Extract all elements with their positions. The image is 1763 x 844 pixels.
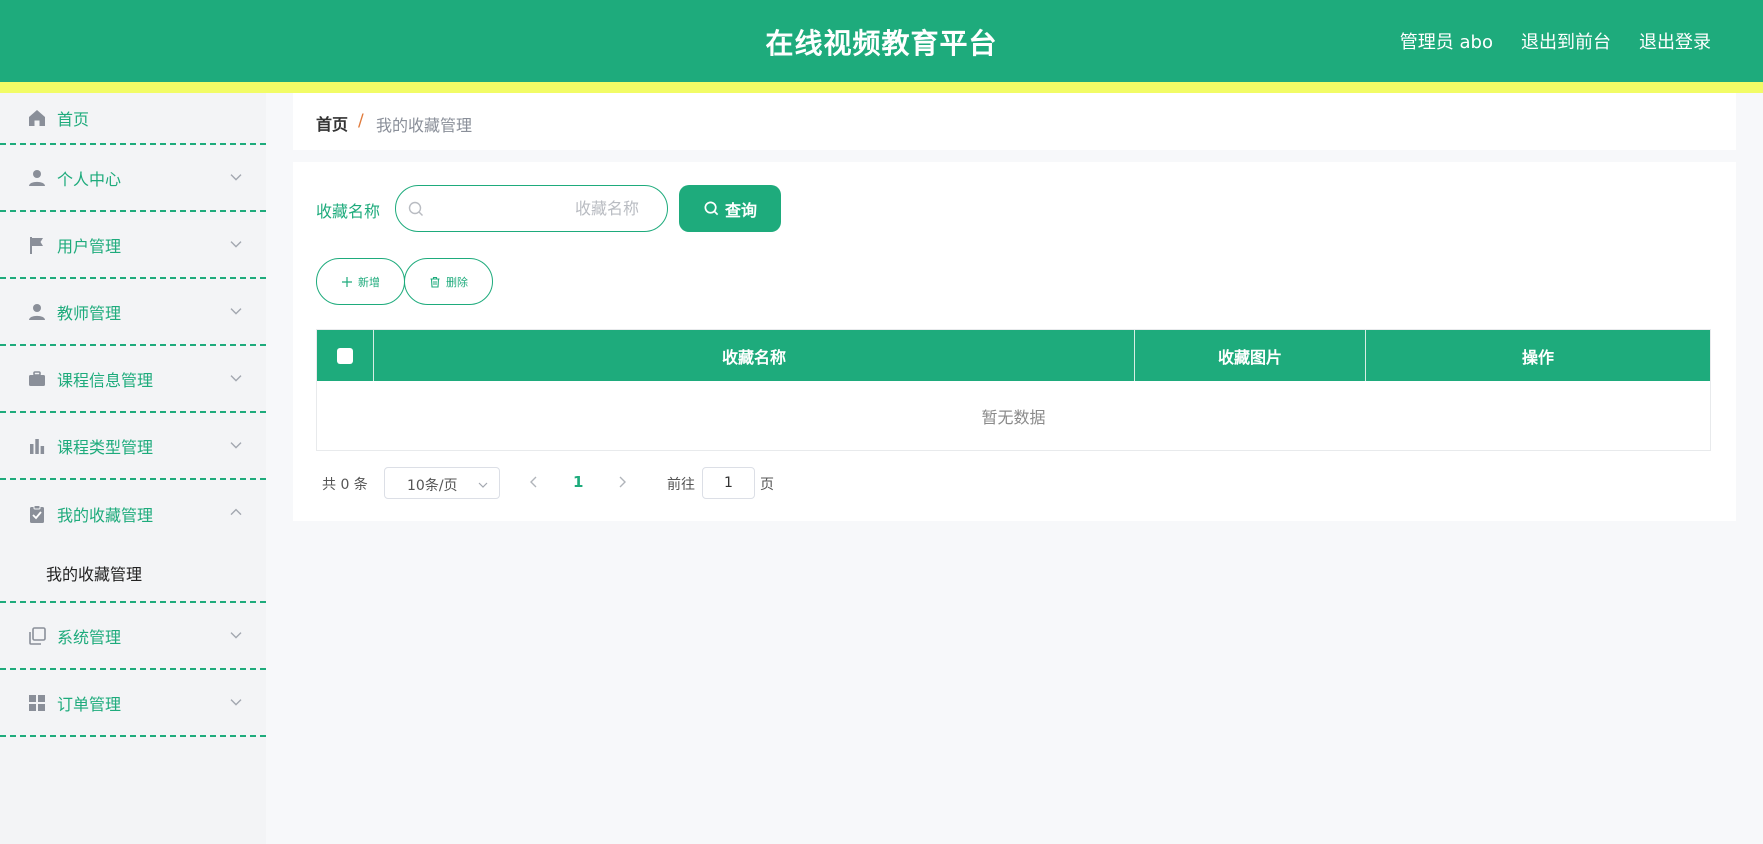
sidebar-item-label: 首页 (57, 110, 90, 129)
next-page-icon[interactable] (615, 475, 629, 489)
query-button[interactable]: 查询 (679, 185, 781, 232)
column-header-favorite-name[interactable]: 收藏名称 (374, 330, 1135, 381)
user-icon (29, 169, 45, 186)
search-icon (704, 201, 719, 216)
sidebar-item-user-management[interactable]: 用户管理 (0, 212, 266, 279)
search-field[interactable] (395, 185, 668, 232)
breadcrumb-separator: / (358, 111, 364, 131)
header-accent-stripe (0, 82, 1763, 93)
column-header-actions: 操作 (1521, 347, 1554, 367)
delete-button-label: 删除 (446, 275, 468, 289)
sidebar-item-personal-center[interactable]: 个人中心 (0, 145, 266, 212)
sidebar-item-label: 个人中心 (57, 169, 122, 189)
exit-to-frontend-link[interactable]: 退出到前台 (1521, 28, 1611, 54)
sidebar-item-label: 课程信息管理 (57, 370, 154, 390)
chevron-down-icon (230, 631, 242, 639)
sidebar-submenu: 我的收藏管理 (0, 547, 266, 603)
chevron-up-icon (230, 508, 242, 515)
chevron-down-icon (478, 482, 488, 488)
sidebar: 首页 个人中心 用户管理 教师管理 课程信息管理 课程类型管理 我的收藏管理 我… (0, 93, 266, 844)
goto-page-input[interactable] (702, 467, 755, 499)
chevron-down-icon (230, 374, 242, 382)
grid-icon (29, 694, 45, 711)
top-header: 在线视频教育平台 管理员 abo 退出到前台 退出登录 (0, 0, 1763, 82)
table-header: 收藏名称 收藏图片 操作 (317, 330, 1710, 381)
bar-chart-icon (30, 438, 45, 454)
search-icon (408, 201, 423, 216)
page-size-value: 10条/页 (407, 478, 458, 494)
breadcrumb-home-link[interactable]: 首页 (316, 111, 348, 135)
main-content-panel: 收藏名称 查询 新增 删除 收藏名称 收藏图片 操作 暂无数据 共 0 条 10… (293, 162, 1736, 521)
page-size-select[interactable]: 10条/页 (384, 467, 500, 499)
sidebar-item-order-management[interactable]: 订单管理 (0, 670, 266, 737)
copy-icon (29, 626, 46, 645)
delete-button[interactable]: 删除 (404, 258, 493, 305)
sidebar-item-course-info[interactable]: 课程信息管理 (0, 346, 266, 413)
pagination: 共 0 条 10条/页 1 前往 页 (293, 466, 1093, 500)
query-button-label: 查询 (724, 200, 757, 220)
sidebar-item-label: 我的收藏管理 (57, 505, 154, 525)
sidebar-item-label: 课程类型管理 (57, 437, 154, 457)
home-icon (29, 110, 45, 126)
sidebar-item-label: 系统管理 (57, 627, 122, 647)
favorites-table: 收藏名称 收藏图片 操作 暂无数据 (316, 329, 1711, 451)
briefcase-icon (29, 370, 45, 386)
header-links: 管理员 abo 退出到前台 退出登录 (1400, 28, 1711, 54)
table-empty-text: 暂无数据 (981, 407, 1046, 427)
pagination-total: 共 0 条 (322, 477, 368, 493)
clipboard-icon (30, 504, 44, 523)
sidebar-item-course-type[interactable]: 课程类型管理 (0, 413, 266, 480)
sidebar-item-label: 订单管理 (57, 694, 122, 714)
goto-unit: 页 (760, 477, 774, 493)
sidebar-item-label: 用户管理 (57, 236, 122, 256)
sidebar-item-home[interactable]: 首页 (0, 93, 266, 145)
select-all-checkbox[interactable] (337, 347, 353, 364)
page-number[interactable]: 1 (573, 473, 583, 491)
select-all-cell (317, 330, 374, 381)
logout-link[interactable]: 退出登录 (1639, 28, 1711, 54)
chevron-down-icon (230, 698, 242, 706)
chevron-down-icon (230, 441, 242, 449)
chevron-down-icon (230, 173, 242, 181)
search-input[interactable] (432, 186, 662, 231)
sidebar-item-system-management[interactable]: 系统管理 (0, 603, 266, 670)
admin-user-link[interactable]: 管理员 abo (1400, 28, 1493, 54)
add-button[interactable]: 新增 (316, 258, 405, 305)
teacher-icon (29, 303, 45, 320)
chevron-down-icon (230, 307, 242, 315)
add-button-label: 新增 (358, 275, 380, 289)
column-header-favorite-image[interactable]: 收藏图片 (1135, 330, 1366, 381)
search-label: 收藏名称 (316, 202, 381, 221)
flag-icon (30, 236, 43, 254)
breadcrumb: 首页 / 我的收藏管理 (293, 93, 1736, 150)
plus-icon (342, 276, 352, 287)
chevron-down-icon (230, 240, 242, 248)
sidebar-item-my-favorites[interactable]: 我的收藏管理 (0, 480, 266, 547)
sidebar-item-label: 教师管理 (57, 303, 122, 323)
prev-page-icon[interactable] (527, 475, 541, 489)
goto-label: 前往 (667, 477, 695, 493)
submenu-item-my-favorites[interactable]: 我的收藏管理 (46, 561, 142, 585)
trash-icon (430, 276, 440, 288)
sidebar-item-teacher-management[interactable]: 教师管理 (0, 279, 266, 346)
breadcrumb-current: 我的收藏管理 (376, 116, 473, 135)
